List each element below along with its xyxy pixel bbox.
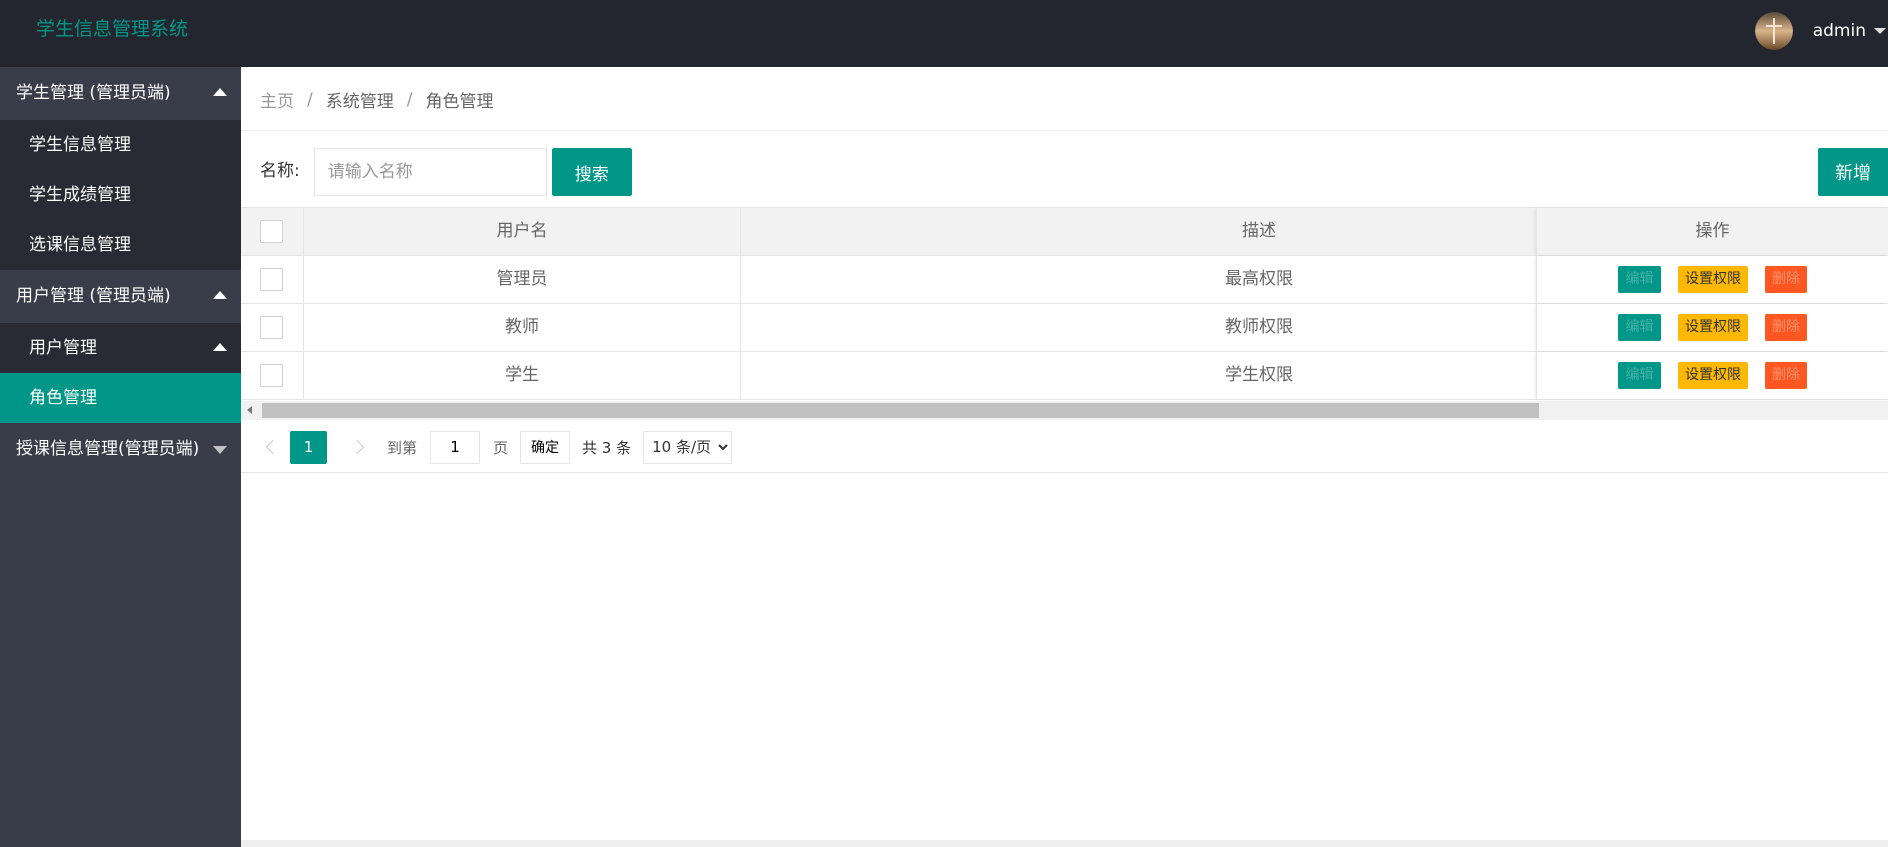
- delete-button[interactable]: 删除: [1765, 266, 1807, 293]
- divider: [241, 472, 1888, 473]
- column-header-actions: 操作: [1536, 208, 1888, 255]
- sidebar-item-user-management[interactable]: 用户管理: [0, 323, 241, 373]
- select-all-checkbox[interactable]: [260, 220, 283, 243]
- next-page-icon[interactable]: [347, 430, 371, 464]
- chevron-down-icon[interactable]: [1874, 28, 1886, 34]
- breadcrumb-separator: /: [307, 89, 313, 110]
- breadcrumb: 主页 / 系统管理 / 角色管理: [260, 87, 494, 113]
- cell-actions: 编辑 设置权限 删除: [1536, 256, 1888, 303]
- breadcrumb-home[interactable]: 主页: [260, 87, 294, 112]
- delete-button[interactable]: 删除: [1765, 362, 1807, 389]
- delete-button[interactable]: 删除: [1765, 314, 1807, 341]
- page-number-input[interactable]: [430, 430, 481, 464]
- top-header: 学生信息管理系统 admin: [0, 0, 1888, 67]
- set-permission-button[interactable]: 设置权限: [1678, 362, 1748, 389]
- sidebar-item-student-score[interactable]: 学生成绩管理: [0, 170, 241, 220]
- edit-button[interactable]: 编辑: [1618, 362, 1661, 389]
- set-permission-button[interactable]: 设置权限: [1678, 314, 1748, 341]
- search-button[interactable]: 搜索: [551, 148, 632, 196]
- cell-actions: 编辑 设置权限 删除: [1536, 352, 1888, 399]
- table-row: 管理员 最高权限 编辑 设置权限 删除: [241, 256, 1888, 304]
- horizontal-scrollbar[interactable]: [241, 401, 1888, 420]
- sidebar-group-user[interactable]: 用户管理 (管理员端): [0, 270, 241, 323]
- sidebar-group-label: 用户管理 (管理员端): [16, 286, 171, 306]
- row-checkbox-cell: [241, 256, 302, 303]
- role-table: 用户名 描述 操作 管理员 最高权限 编辑 设置权限 删除 教师 教师权限 编辑: [241, 207, 1888, 400]
- sidebar-group-teaching[interactable]: 授课信息管理(管理员端): [0, 423, 241, 476]
- prev-page-icon[interactable]: [260, 430, 284, 464]
- sidebar-item-role-management[interactable]: 角色管理: [0, 373, 241, 423]
- collapse-icon: [213, 343, 227, 351]
- header-checkbox-cell: [241, 208, 302, 255]
- row-checkbox-cell: [241, 304, 302, 351]
- table-header-row: 用户名 描述 操作: [241, 208, 1888, 256]
- sidebar-item-label: 用户管理: [29, 338, 97, 358]
- cell-username: 学生: [303, 352, 741, 399]
- main-content: 主页 / 系统管理 / 角色管理 名称: 搜索 新增 用户名 描述 操作 管理员…: [241, 67, 1888, 847]
- row-checkbox[interactable]: [260, 316, 283, 339]
- goto-label: 到第: [387, 438, 418, 457]
- search-input[interactable]: [313, 148, 547, 196]
- app-title: 学生信息管理系统: [36, 18, 189, 40]
- total-count: 共 3 条: [582, 438, 632, 457]
- breadcrumb-current: 角色管理: [425, 92, 494, 112]
- user-avatar[interactable]: [1754, 12, 1793, 50]
- page-unit-label: 页: [493, 438, 509, 457]
- search-bar: 名称: 搜索: [260, 148, 632, 196]
- sidebar-item-course-selection[interactable]: 选课信息管理: [0, 220, 241, 270]
- add-button[interactable]: 新增: [1818, 148, 1888, 196]
- scrollbar-thumb[interactable]: [262, 403, 1539, 418]
- user-menu[interactable]: admin: [1754, 10, 1888, 52]
- sidebar-item-student-info[interactable]: 学生信息管理: [0, 120, 241, 170]
- cell-username: 教师: [303, 304, 741, 351]
- breadcrumb-system[interactable]: 系统管理: [326, 87, 394, 112]
- expand-icon: [213, 446, 227, 454]
- page-skip: 到第 页 确定: [387, 430, 571, 464]
- sidebar-submenu-student: 学生信息管理 学生成绩管理 选课信息管理: [0, 120, 241, 270]
- cell-actions: 编辑 设置权限 删除: [1536, 304, 1888, 351]
- set-permission-button[interactable]: 设置权限: [1678, 266, 1748, 293]
- row-checkbox[interactable]: [260, 268, 283, 291]
- page-current[interactable]: 1: [290, 430, 327, 464]
- row-checkbox[interactable]: [260, 364, 283, 387]
- sidebar-submenu-user: 用户管理 角色管理: [0, 323, 241, 423]
- pagination: 1 到第 页 确定 共 3 条 10 条/页: [260, 430, 733, 464]
- sidebar-group-label: 学生管理 (管理员端): [16, 83, 171, 103]
- collapse-icon: [213, 88, 227, 96]
- goto-confirm-button[interactable]: 确定: [520, 430, 571, 464]
- table-row: 学生 学生权限 编辑 设置权限 删除: [241, 352, 1888, 400]
- footer-bar: [241, 840, 1888, 847]
- search-label: 名称:: [260, 160, 300, 181]
- scroll-left-icon[interactable]: [247, 406, 252, 414]
- page-size-select[interactable]: 10 条/页: [643, 430, 733, 464]
- edit-button[interactable]: 编辑: [1618, 266, 1661, 293]
- sidebar-group-student[interactable]: 学生管理 (管理员端): [0, 67, 241, 120]
- edit-button[interactable]: 编辑: [1618, 314, 1661, 341]
- collapse-icon: [213, 291, 227, 299]
- breadcrumb-separator: /: [406, 89, 413, 110]
- table-row: 教师 教师权限 编辑 设置权限 删除: [241, 304, 1888, 352]
- divider: [241, 130, 1888, 131]
- column-header-username[interactable]: 用户名: [303, 208, 741, 255]
- username[interactable]: admin: [1813, 21, 1866, 41]
- sidebar-group-label: 授课信息管理(管理员端): [16, 439, 200, 459]
- cell-username: 管理员: [303, 256, 741, 303]
- sidebar: 学生管理 (管理员端) 学生信息管理 学生成绩管理 选课信息管理 用户管理 (管…: [0, 67, 241, 847]
- row-checkbox-cell: [241, 352, 302, 399]
